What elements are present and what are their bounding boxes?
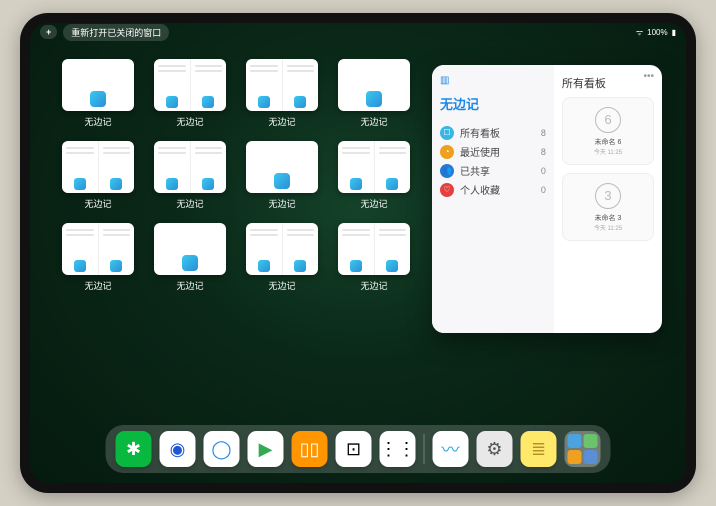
popup-main: 所有看板 6未命名 6今天 11:253未命名 3今天 11:25: [554, 65, 662, 333]
thumbnail-preview: [154, 223, 226, 275]
category-count: 8: [541, 147, 546, 157]
dock-app-wechat[interactable]: ✱: [116, 431, 152, 467]
window-grid: 无边记无边记无边记无边记无边记无边记无边记无边记无边记无边记无边记无边记: [60, 59, 412, 423]
thumbnail-label: 无边记: [176, 197, 203, 210]
thumbnail-preview: [338, 59, 410, 111]
thumbnail-preview: [338, 223, 410, 275]
freeform-popup: ••• ▥ 无边记 ☐ 所有看板 8 ◔ 最近使用 8 👥 已共享 0 ♡ 个人收藏 0 所有看板 6…: [432, 65, 662, 333]
window-thumbnail[interactable]: 无边记: [152, 59, 228, 131]
dock: ✱◉◯▶▯▯⊡⋮⋮ 〰⚙≣: [106, 425, 611, 473]
thumbnail-preview: [338, 141, 410, 193]
sidebar-item[interactable]: ☐ 所有看板 8: [440, 123, 546, 142]
thumbnail-label: 无边记: [84, 115, 111, 128]
board-time: 今天 11:25: [594, 147, 622, 156]
dock-recent-settings[interactable]: ⚙: [477, 431, 513, 467]
status-bar: + 重新打开已关闭的窗口 ᯤ 100% ▮: [30, 23, 686, 41]
window-thumbnail[interactable]: 无边记: [152, 223, 228, 295]
board-name: 未命名 6: [595, 137, 622, 147]
window-thumbnail[interactable]: 无边记: [60, 223, 136, 295]
battery-icon: ▮: [672, 28, 676, 37]
thumbnail-preview: [154, 59, 226, 111]
status-right: ᯤ 100% ▮: [636, 27, 676, 38]
window-thumbnail[interactable]: 无边记: [244, 223, 320, 295]
board-card[interactable]: 3 未命名 3今天 11:25: [562, 173, 654, 241]
category-count: 8: [541, 128, 546, 138]
dock-app-browser-blue[interactable]: ◉: [160, 431, 196, 467]
sidebar-item[interactable]: ◔ 最近使用 8: [440, 142, 546, 161]
category-label: 所有看板: [460, 125, 500, 140]
thumbnail-label: 无边记: [360, 115, 387, 128]
dock-app-books[interactable]: ▯▯: [292, 431, 328, 467]
category-icon: 👥: [440, 164, 454, 178]
thumbnail-preview: [246, 141, 318, 193]
dock-app-qq-browser[interactable]: ◯: [204, 431, 240, 467]
dock-separator: [424, 434, 425, 464]
category-icon: ♡: [440, 183, 454, 197]
more-icon[interactable]: •••: [643, 71, 654, 82]
dock-recent-notes[interactable]: ≣: [521, 431, 557, 467]
category-label: 最近使用: [460, 144, 500, 159]
thumbnail-label: 无边记: [360, 197, 387, 210]
board-card[interactable]: 6 未命名 6今天 11:25: [562, 97, 654, 165]
window-thumbnail[interactable]: 无边记: [152, 141, 228, 213]
window-thumbnail[interactable]: 无边记: [244, 59, 320, 131]
dock-app-play-store[interactable]: ▶: [248, 431, 284, 467]
category-count: 0: [541, 166, 546, 176]
window-thumbnail[interactable]: 无边记: [60, 141, 136, 213]
window-thumbnail[interactable]: 无边记: [336, 223, 412, 295]
screen: + 重新打开已关闭的窗口 ᯤ 100% ▮ 无边记无边记无边记无边记无边记无边记…: [30, 23, 686, 483]
content: 无边记无边记无边记无边记无边记无边记无边记无边记无边记无边记无边记无边记 •••…: [60, 59, 662, 423]
reopen-closed-window-button[interactable]: 重新打开已关闭的窗口: [63, 24, 169, 41]
thumbnail-label: 无边记: [84, 279, 111, 292]
category-label: 个人收藏: [460, 182, 500, 197]
window-thumbnail[interactable]: 无边记: [336, 141, 412, 213]
thumbnail-label: 无边记: [268, 279, 295, 292]
window-thumbnail[interactable]: 无边记: [244, 141, 320, 213]
board-sketch-icon: 3: [595, 183, 621, 209]
thumbnail-label: 无边记: [176, 279, 203, 292]
thumbnail-label: 无边记: [176, 115, 203, 128]
thumbnail-preview: [62, 223, 134, 275]
thumbnail-label: 无边记: [360, 279, 387, 292]
board-time: 今天 11:25: [594, 223, 622, 232]
ipad-frame: + 重新打开已关闭的窗口 ᯤ 100% ▮ 无边记无边记无边记无边记无边记无边记…: [20, 13, 696, 493]
thumbnail-preview: [246, 59, 318, 111]
sidebar-header: ▥: [440, 75, 546, 86]
popup-app-title: 无边记: [440, 94, 546, 113]
popup-sidebar: ▥ 无边记 ☐ 所有看板 8 ◔ 最近使用 8 👥 已共享 0 ♡ 个人收藏 0: [432, 65, 554, 333]
category-icon: ◔: [440, 145, 454, 159]
dock-app-dice[interactable]: ⊡: [336, 431, 372, 467]
category-count: 0: [541, 185, 546, 195]
board-name: 未命名 3: [595, 213, 622, 223]
thumbnail-label: 无边记: [268, 115, 295, 128]
window-thumbnail[interactable]: 无边记: [336, 59, 412, 131]
battery-label: 100%: [647, 28, 667, 37]
wifi-icon: ᯤ: [636, 27, 643, 38]
category-icon: ☐: [440, 126, 454, 140]
popup-right-title: 所有看板: [562, 75, 654, 91]
thumbnail-label: 无边记: [268, 197, 295, 210]
category-label: 已共享: [460, 163, 490, 178]
dock-recent-freeform[interactable]: 〰: [433, 431, 469, 467]
thumbnail-preview: [62, 59, 134, 111]
board-sketch-icon: 6: [595, 107, 621, 133]
sidebar-item[interactable]: 👥 已共享 0: [440, 161, 546, 180]
window-thumbnail[interactable]: 无边记: [60, 59, 136, 131]
sidebar-toggle-icon[interactable]: ▥: [440, 75, 449, 86]
dock-app-library[interactable]: [565, 431, 601, 467]
sidebar-item[interactable]: ♡ 个人收藏 0: [440, 180, 546, 199]
thumbnail-preview: [246, 223, 318, 275]
thumbnail-label: 无边记: [84, 197, 111, 210]
dock-app-nodes[interactable]: ⋮⋮: [380, 431, 416, 467]
thumbnail-preview: [62, 141, 134, 193]
new-window-button[interactable]: +: [40, 25, 57, 39]
status-left: + 重新打开已关闭的窗口: [40, 24, 169, 41]
thumbnail-preview: [154, 141, 226, 193]
